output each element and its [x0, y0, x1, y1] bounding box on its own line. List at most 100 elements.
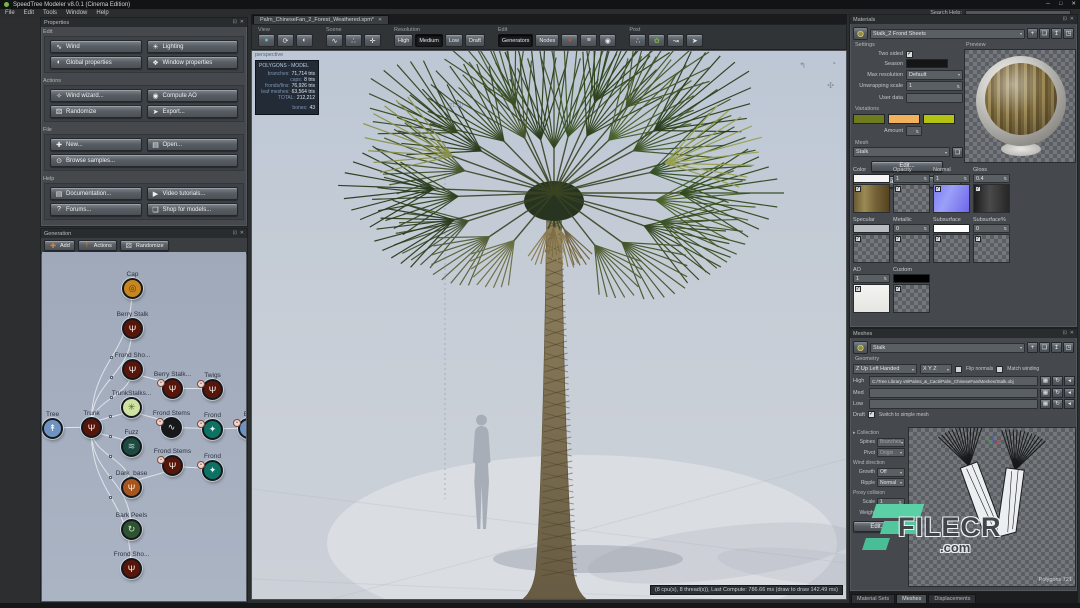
- node-badge-icon[interactable]: •: [157, 379, 165, 387]
- user-data-input[interactable]: [906, 93, 963, 103]
- variation-swatch-0[interactable]: [853, 114, 885, 124]
- duplicate-mesh-icon[interactable]: ❏: [1039, 342, 1050, 353]
- unwrapping-scale-stepper[interactable]: 1⇅: [906, 81, 963, 91]
- texture-thumbnail[interactable]: ✓: [933, 234, 970, 263]
- render-sphere-icon[interactable]: ◉: [599, 34, 616, 47]
- close-button[interactable]: ✕: [1071, 0, 1076, 9]
- max-resolution-select[interactable]: Default▾: [906, 70, 963, 80]
- lod-path-input[interactable]: [869, 388, 1038, 398]
- mesh-preview-icon[interactable]: ◍: [853, 341, 868, 354]
- leaf-icon[interactable]: ✿: [648, 34, 665, 47]
- texture-thumbnail[interactable]: ✓: [853, 284, 890, 313]
- link-connector[interactable]: [110, 356, 113, 359]
- wind-wizard-button[interactable]: ✧Wind wizard...: [50, 89, 142, 102]
- pin-icon[interactable]: ⊡: [1063, 15, 1067, 24]
- menu-item-help[interactable]: Help: [96, 10, 108, 16]
- export-material-icon[interactable]: ↥: [1051, 28, 1062, 39]
- subsurface%-control[interactable]: 0⇅: [973, 224, 1010, 233]
- slot-checkbox[interactable]: ✓: [895, 236, 901, 242]
- pin-icon[interactable]: ⊡: [1063, 329, 1067, 338]
- node-badge-icon[interactable]: •: [156, 418, 164, 426]
- texture-thumbnail[interactable]: ✓: [853, 184, 890, 213]
- amount-stepper[interactable]: ⇅: [906, 126, 922, 136]
- graph-node-berry-stalk[interactable]: ΨBerry Stalk: [122, 318, 143, 339]
- browse-mesh-icon[interactable]: ▦: [1040, 388, 1051, 398]
- curve-arrow-icon[interactable]: ↝: [667, 34, 684, 47]
- resolution-draft-button[interactable]: Draft: [465, 34, 485, 47]
- node-badge-icon[interactable]: •: [197, 380, 205, 388]
- resolution-medium-button[interactable]: Medium: [415, 34, 443, 47]
- camera-view-icon[interactable]: ●: [258, 34, 275, 47]
- two-sided-checkbox[interactable]: ✓: [906, 51, 913, 58]
- graph-node-frond-sho-[interactable]: ΨFrond Sho...: [121, 558, 142, 579]
- minimize-button[interactable]: ─: [1046, 0, 1050, 9]
- slot-checkbox[interactable]: ✓: [895, 186, 901, 192]
- browse-mesh-icon[interactable]: ▦: [1040, 376, 1051, 386]
- normal-control[interactable]: 1⇅: [933, 174, 970, 183]
- graph-node-frond-stems[interactable]: ΨFrond Stems•: [162, 455, 183, 476]
- close-tab-icon[interactable]: ✕: [378, 17, 382, 23]
- detach-mesh-icon[interactable]: ◳: [1063, 342, 1074, 353]
- link-connector[interactable]: [109, 496, 112, 499]
- link-connector[interactable]: [109, 415, 112, 418]
- variation-swatch-2[interactable]: [923, 114, 955, 124]
- color-control[interactable]: [853, 174, 890, 183]
- add-material-icon[interactable]: +: [1027, 28, 1038, 39]
- slot-checkbox[interactable]: ✓: [855, 186, 861, 192]
- graph-node-trunk[interactable]: ΨTrunk: [81, 417, 102, 438]
- material-preview-sphere[interactable]: [964, 49, 1076, 163]
- reload-mesh-icon[interactable]: ↻: [1052, 388, 1063, 398]
- randomize-graph-button[interactable]: ⚄Randomize: [120, 240, 169, 251]
- slot-checkbox[interactable]: ✓: [855, 286, 861, 292]
- graph-node-frond-stems[interactable]: ∿Frond Stems•: [161, 417, 182, 438]
- slot-checkbox[interactable]: ✓: [895, 286, 901, 292]
- browse-samples-button[interactable]: ⊙Browse samples...: [50, 154, 238, 167]
- slot-checkbox[interactable]: ✓: [935, 236, 941, 242]
- spines-select[interactable]: Branches▾: [877, 438, 905, 447]
- spline-icon[interactable]: ∿: [326, 34, 343, 47]
- graph-node-fuzz[interactable]: ≋Fuzz: [121, 436, 142, 457]
- window-properties-button[interactable]: ❖Window properties: [147, 56, 239, 69]
- sliders-icon[interactable]: ≡: [580, 34, 597, 47]
- match-winding-checkbox[interactable]: [996, 366, 1003, 373]
- actions-button[interactable]: !Actions: [78, 240, 117, 251]
- ao-control[interactable]: 1⇅: [853, 274, 890, 283]
- global-properties-button[interactable]: ◐Global properties: [50, 56, 142, 69]
- variation-swatch-1[interactable]: [888, 114, 920, 124]
- slot-checkbox[interactable]: ✓: [855, 236, 861, 242]
- close-panel-icon[interactable]: ✕: [1070, 329, 1074, 338]
- compass-icon[interactable]: ↰: [799, 61, 806, 70]
- resolution-low-button[interactable]: Low: [445, 34, 463, 47]
- lod-path-input[interactable]: C:/Tree Library v9/Palms_&_Cacti/Palm_Ch…: [869, 376, 1038, 386]
- graph-node-cap[interactable]: ◎Cap: [122, 278, 143, 299]
- browse-mesh-icon[interactable]: ▦: [1040, 399, 1051, 409]
- wind-button[interactable]: ∿Wind: [50, 40, 142, 53]
- link-connector[interactable]: [109, 455, 112, 458]
- graph-node-berry-stalk-[interactable]: ΨBerry Stalk...•: [162, 378, 183, 399]
- transform-icon[interactable]: ✛: [364, 34, 381, 47]
- node-badge-icon[interactable]: •: [157, 456, 165, 464]
- clear-mesh-icon[interactable]: ◂: [1064, 399, 1075, 409]
- light-angle-icon[interactable]: ◐: [296, 34, 313, 47]
- material-ball-icon[interactable]: ●: [561, 34, 578, 47]
- scatter-icon[interactable]: ∴: [345, 34, 362, 47]
- metallic-control[interactable]: 0⇅: [893, 224, 930, 233]
- texture-thumbnail[interactable]: ✓: [893, 284, 930, 313]
- add-node-button[interactable]: ✚Add: [44, 240, 75, 251]
- mesh-select[interactable]: Stalk▾: [853, 147, 950, 157]
- close-panel-icon[interactable]: ✕: [240, 229, 244, 238]
- texture-thumbnail[interactable]: ✓: [933, 184, 970, 213]
- compute-ao-button[interactable]: ◉Compute AO: [147, 89, 239, 102]
- close-panel-icon[interactable]: ✕: [1070, 15, 1074, 24]
- detach-material-icon[interactable]: ◳: [1063, 28, 1074, 39]
- orientation-select[interactable]: Z Up Left Handed▾: [853, 364, 917, 374]
- axes-select[interactable]: X Y Z▾: [920, 364, 952, 374]
- menu-item-edit[interactable]: Edit: [24, 10, 34, 16]
- edit-nodes-button[interactable]: Nodes: [535, 34, 559, 47]
- mesh-name-select[interactable]: Stalk ▾: [870, 343, 1025, 353]
- ripple-select[interactable]: Normal▾: [877, 478, 905, 487]
- growth-select[interactable]: Off▾: [877, 468, 905, 477]
- shop-for-models-button[interactable]: ❑Shop for models...: [147, 203, 239, 216]
- graph-node-twigs[interactable]: ΨTwigs•: [202, 379, 223, 400]
- reload-mesh-icon[interactable]: ↻: [1052, 399, 1063, 409]
